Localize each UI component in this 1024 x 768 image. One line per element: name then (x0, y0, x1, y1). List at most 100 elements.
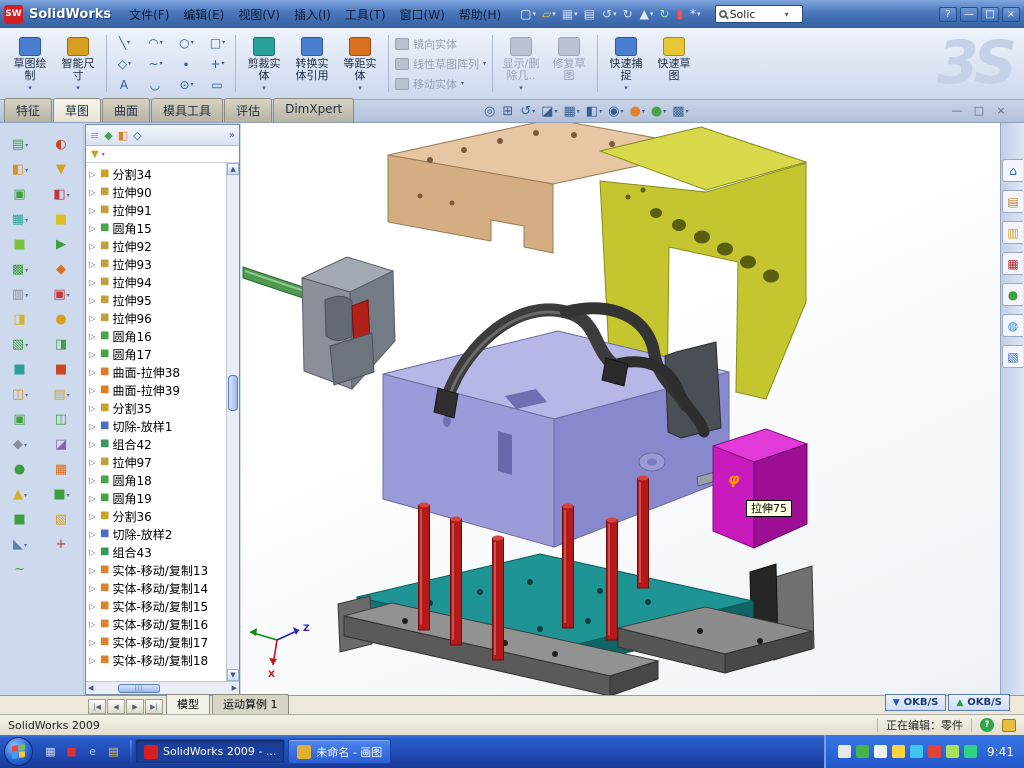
sketch-entity-button[interactable]: + ▾ (202, 53, 233, 74)
tool-button[interactable]: ◣ ▾ (13, 538, 27, 552)
tree-vertical-scrollbar[interactable]: ▲ ▼ (226, 163, 239, 681)
expand-arrow-icon[interactable] (88, 368, 97, 377)
expand-arrow-icon[interactable] (88, 242, 97, 251)
tool-button[interactable]: ■ ▾ (53, 488, 69, 502)
tool-button[interactable]: ◆ ▾ (13, 438, 27, 452)
search-box[interactable]: ▾ (715, 5, 803, 23)
tool-button[interactable]: ■ (13, 238, 26, 252)
tree-item[interactable]: 曲面-拉伸38 (88, 363, 226, 381)
help-status-icon[interactable]: ? (980, 718, 994, 732)
expand-arrow-icon[interactable] (88, 620, 97, 629)
filter-bar[interactable]: ▼ ▾ (86, 146, 239, 163)
expand-arrow-icon[interactable] (88, 548, 97, 557)
tool-button[interactable]: ■ (13, 513, 26, 527)
quick-launch-icon[interactable]: ▦ (42, 743, 59, 760)
expand-arrow-icon[interactable] (88, 314, 97, 323)
view-tool-button[interactable]: ▦ ▾ (563, 105, 579, 118)
command-button[interactable]: 快速草 图 (651, 35, 697, 92)
expand-arrow-icon[interactable] (88, 602, 97, 611)
print-icon[interactable]: ▤ (581, 7, 599, 21)
search-dropdown-icon[interactable]: ▾ (785, 10, 789, 19)
tool-button[interactable]: ◫ ▾ (12, 388, 28, 402)
expand-arrow-icon[interactable] (88, 458, 97, 467)
tray-icon[interactable] (856, 745, 869, 758)
tab-nav-button[interactable]: ◀ (107, 699, 125, 714)
tree-item[interactable]: 拉伸92 (88, 237, 226, 255)
sketch-entity-button[interactable]: ⊙ ▾ (171, 74, 202, 95)
scroll-right-icon[interactable]: ▶ (232, 684, 237, 692)
tool-button[interactable]: ◧ ▾ (12, 163, 28, 177)
tool-button[interactable]: ◐ (55, 138, 67, 152)
panel-tab-icon[interactable]: ≡ (90, 130, 99, 141)
redo-icon[interactable]: ↻ (620, 7, 637, 21)
expand-arrow-icon[interactable] (88, 422, 97, 431)
sketch-entity-button[interactable]: ◠ ▾ (140, 32, 171, 53)
task-button[interactable]: 未命名 - 画图 (288, 739, 391, 764)
expand-arrow-icon[interactable] (88, 188, 97, 197)
command-row[interactable]: 镜向实体 (395, 36, 486, 52)
expand-arrow-icon[interactable] (88, 224, 97, 233)
tree-item[interactable]: 圆角16 (88, 327, 226, 345)
panel-tab-icon[interactable]: ◧ (118, 130, 128, 141)
tray-icon[interactable] (910, 745, 923, 758)
tool-button[interactable]: ● (14, 463, 26, 477)
window-control-button[interactable]: × (1002, 7, 1020, 22)
start-button[interactable] (4, 737, 33, 766)
tool-button[interactable]: ▦ (55, 463, 68, 477)
task-pane-tab[interactable]: ▤ (1002, 190, 1023, 213)
view-tool-button[interactable]: ⊞ (502, 105, 514, 118)
sketch-entity-button[interactable]: ╲ ▾ (109, 32, 140, 53)
quick-launch-icon[interactable]: ■ (63, 743, 80, 760)
scroll-down-icon[interactable]: ▼ (227, 669, 239, 681)
sketch-entity-button[interactable]: ◡ (140, 74, 171, 95)
command-button[interactable]: 快速捕 捉 ▾ (603, 35, 649, 92)
tree-item[interactable]: 拉伸96 (88, 309, 226, 327)
sketch-entity-button[interactable]: ○ ▾ (171, 32, 202, 53)
tree-item[interactable]: 拉伸91 (88, 201, 226, 219)
sketch-entity-button[interactable]: □ ▾ (202, 32, 233, 53)
save-icon[interactable]: ▦ ▾ (559, 7, 581, 21)
tree-item[interactable]: 分割35 (88, 399, 226, 417)
tree-item[interactable]: 拉伸90 (88, 183, 226, 201)
tool-button[interactable]: ▣ (13, 413, 26, 427)
sketch-entity-button[interactable]: ▭ (202, 74, 233, 95)
search-input[interactable] (730, 8, 782, 21)
tool-button[interactable]: ▲ ▾ (13, 488, 27, 502)
tool-button[interactable]: ◫ (55, 413, 68, 427)
view-tool-button[interactable]: ◉ ▾ (608, 105, 623, 118)
command-row[interactable]: 线性草图阵列 ▾ (395, 56, 486, 72)
expand-arrow-icon[interactable] (88, 404, 97, 413)
expand-arrow-icon[interactable] (88, 656, 97, 665)
tree-item[interactable]: 曲面-拉伸39 (88, 381, 226, 399)
expand-arrow-icon[interactable] (88, 512, 97, 521)
expand-arrow-icon[interactable] (88, 440, 97, 449)
tray-icon[interactable] (928, 745, 941, 758)
sketch-entity-button[interactable]: ∙ (171, 53, 202, 74)
options-icon[interactable]: * ▾ (687, 7, 704, 21)
expand-arrow-icon[interactable] (88, 260, 97, 269)
tree-item[interactable]: 实体-移动/复制13 (88, 561, 226, 579)
command-button[interactable]: 修复草 图 (546, 35, 592, 92)
sketch-entity-button[interactable]: ~ ▾ (140, 53, 171, 74)
expand-arrow-icon[interactable] (88, 530, 97, 539)
tree-item[interactable]: 圆角15 (88, 219, 226, 237)
tool-button[interactable]: ◨ (13, 313, 26, 327)
tool-button[interactable]: ◪ (55, 438, 68, 452)
tree-item[interactable]: 拉伸94 (88, 273, 226, 291)
command-button[interactable]: 等距实 体 ▾ (337, 35, 383, 92)
expand-arrow-icon[interactable] (88, 638, 97, 647)
panel-tab-icon[interactable]: ◇ (133, 130, 141, 141)
clipboard-icon[interactable] (1002, 719, 1016, 732)
model-gray-slide[interactable] (302, 257, 395, 389)
view-tool-button[interactable]: ◪ ▾ (541, 105, 557, 118)
expand-arrow-icon[interactable] (88, 206, 97, 215)
tree-item[interactable]: 实体-移动/复制16 (88, 615, 226, 633)
tab-nav-button[interactable]: ▶ (126, 699, 144, 714)
menu-item[interactable]: 窗口(W) (393, 3, 452, 26)
task-pane-tab[interactable]: ▧ (1002, 345, 1023, 368)
task-pane-tab[interactable]: ● (1002, 283, 1023, 306)
tray-icon[interactable] (892, 745, 905, 758)
sketch-entity-button[interactable]: ◇ ▾ (109, 53, 140, 74)
tool-button[interactable]: ▦ ▾ (12, 213, 28, 227)
expand-arrow-icon[interactable] (88, 566, 97, 575)
